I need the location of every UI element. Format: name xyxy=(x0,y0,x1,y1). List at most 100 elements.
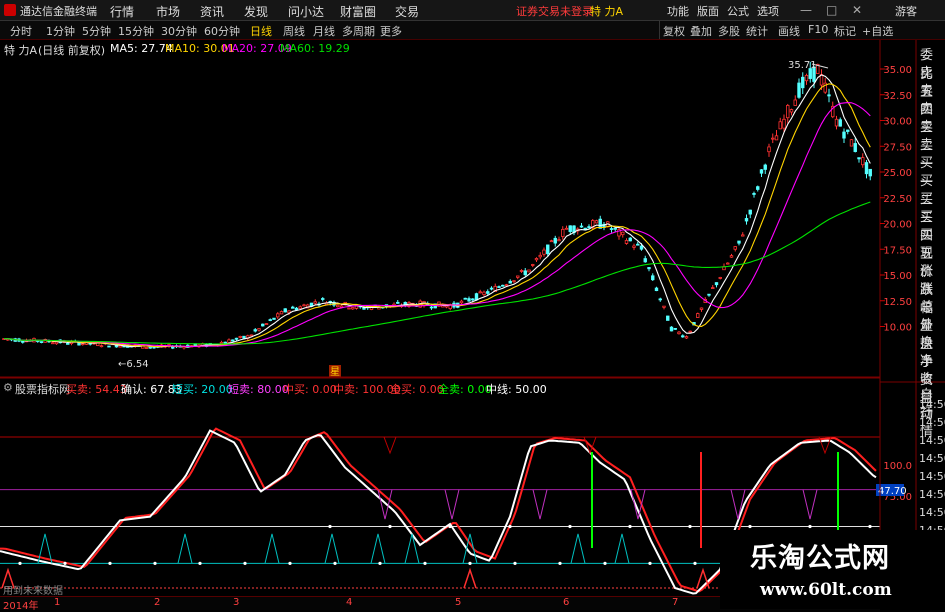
candle-body xyxy=(171,346,175,349)
candle-body xyxy=(452,302,456,308)
add-watchlist-button[interactable]: +自选 xyxy=(862,23,893,39)
menu-layout[interactable]: 版面 xyxy=(697,3,719,19)
candle-body xyxy=(816,64,820,74)
price-tick-label: 22.50 xyxy=(883,194,912,205)
stats-button[interactable]: 统计 xyxy=(746,23,768,39)
candle-body xyxy=(324,302,329,305)
candle-body xyxy=(579,225,584,228)
ma-line-60 xyxy=(3,201,871,345)
short-buy-spike xyxy=(37,533,53,564)
param-short-buy: 短买: 20.00 xyxy=(172,383,233,396)
candle-body xyxy=(208,342,212,346)
chart-frame: 35.00 32.50 30.00 27.50 25.00 22.50 20.00 17.50… xyxy=(0,40,945,596)
tab-intraday[interactable]: 分时 xyxy=(10,23,32,39)
watermark: 乐淘公式网 www.60lt.com xyxy=(720,530,945,609)
candle-body xyxy=(478,291,482,294)
candle-body xyxy=(234,337,239,340)
candle-body xyxy=(812,66,816,82)
overlay-button[interactable]: 叠加 xyxy=(690,23,712,39)
candle-body xyxy=(66,342,70,345)
candle-body xyxy=(823,82,827,93)
menu-discover[interactable]: 发现 xyxy=(244,3,268,20)
candle-body xyxy=(279,311,284,315)
indicator-tick-label: 100.0 xyxy=(883,461,912,472)
period-tab-bar: 分时 1分钟 5分钟 15分钟 30分钟 60分钟 日线 周线 月线 多周期 更… xyxy=(0,21,945,40)
tab-monthly[interactable]: 月线 xyxy=(313,23,335,39)
candle-body xyxy=(546,244,550,255)
f10-button[interactable]: F10 xyxy=(808,23,828,36)
side-quotes[interactable]: 行情 xyxy=(920,402,945,440)
candle-body xyxy=(797,82,801,98)
candle-body xyxy=(47,340,51,343)
high-marker-arrow xyxy=(811,63,829,69)
tab-more[interactable]: 更多 xyxy=(380,23,402,39)
candle-body xyxy=(201,343,205,347)
candle-body xyxy=(774,135,779,141)
maximize-icon[interactable]: □ xyxy=(826,3,837,17)
tab-15min[interactable]: 15分钟 xyxy=(118,23,154,39)
indicator-title[interactable]: 股票指标网 xyxy=(15,381,70,397)
date-label: 3 xyxy=(233,597,240,608)
tab-daily[interactable]: 日线 xyxy=(250,23,272,39)
candle-body xyxy=(617,229,621,237)
short-sell-spike xyxy=(630,489,646,520)
high-price-marker: 35.71 xyxy=(788,60,817,71)
watermark-url: www.60lt.com xyxy=(760,580,892,600)
indicator-gear-icon[interactable]: ⚙ xyxy=(3,381,13,394)
candle-body xyxy=(864,162,869,175)
candle-body xyxy=(317,303,321,306)
candle-body xyxy=(264,323,269,325)
multi-stock-button[interactable]: 多股 xyxy=(718,23,740,39)
candle-body xyxy=(587,226,591,229)
guest-label[interactable]: 游客 xyxy=(895,3,917,19)
menu-options[interactable]: 选项 xyxy=(757,3,779,19)
candle-body xyxy=(414,304,419,307)
candle-body xyxy=(763,164,767,170)
mark-button[interactable]: 标记 xyxy=(834,23,856,39)
menu-wealth[interactable]: 财富圈 xyxy=(340,3,376,20)
candle-body xyxy=(366,306,370,309)
candle-body xyxy=(714,282,719,286)
tab-weekly[interactable]: 周线 xyxy=(283,23,305,39)
candle-body xyxy=(122,343,126,348)
candle-body xyxy=(152,346,156,349)
quote-side-panel: 委比 卖五 卖四 卖三 卖二 卖一 买一 买二 买三 买四 买五 现价 涨跌 涨… xyxy=(918,44,945,406)
candle-body xyxy=(557,239,561,242)
menu-formula[interactable]: 公式 xyxy=(727,3,749,19)
menu-bar: 通达信金融终端 行情 市场 资讯 发现 问小达 财富圈 交易 证券交易未登录 特… xyxy=(0,0,945,21)
candle-body xyxy=(114,344,119,348)
candle-body xyxy=(666,315,670,321)
short-buy-dot xyxy=(18,561,22,566)
short-buy-spike xyxy=(404,533,420,564)
candle-body xyxy=(486,291,490,294)
candle-body xyxy=(542,249,546,255)
close-icon[interactable]: ✕ xyxy=(852,3,862,17)
candle-body xyxy=(516,275,520,278)
candle-body xyxy=(688,330,692,333)
candle-body xyxy=(62,340,66,343)
menu-quotes[interactable]: 行情 xyxy=(110,3,134,20)
menu-market[interactable]: 市场 xyxy=(156,3,180,20)
adjust-button[interactable]: 复权 xyxy=(663,23,685,39)
menu-news[interactable]: 资讯 xyxy=(200,3,224,20)
login-status[interactable]: 证券交易未登录 xyxy=(516,3,593,19)
candle-body xyxy=(328,300,332,304)
tab-1min[interactable]: 1分钟 xyxy=(46,23,75,39)
candle-body xyxy=(576,228,580,232)
short-buy-dot xyxy=(513,561,517,566)
candle-body xyxy=(212,343,216,346)
tab-60min[interactable]: 60分钟 xyxy=(204,23,240,39)
candle-body xyxy=(767,146,771,153)
tab-multi-period[interactable]: 多周期 xyxy=(342,23,375,39)
minimize-icon[interactable]: — xyxy=(800,3,812,17)
candle-body xyxy=(729,255,734,258)
menu-function[interactable]: 功能 xyxy=(667,3,689,19)
menu-trade[interactable]: 交易 xyxy=(395,3,419,20)
candle-body xyxy=(392,303,396,307)
tab-30min[interactable]: 30分钟 xyxy=(161,23,197,39)
menu-ask[interactable]: 问小达 xyxy=(288,3,324,20)
draw-line-button[interactable]: 画线 xyxy=(778,23,800,39)
tab-5min[interactable]: 5分钟 xyxy=(82,23,111,39)
candle-body xyxy=(846,129,850,132)
price-tick-label: 27.50 xyxy=(883,142,912,153)
